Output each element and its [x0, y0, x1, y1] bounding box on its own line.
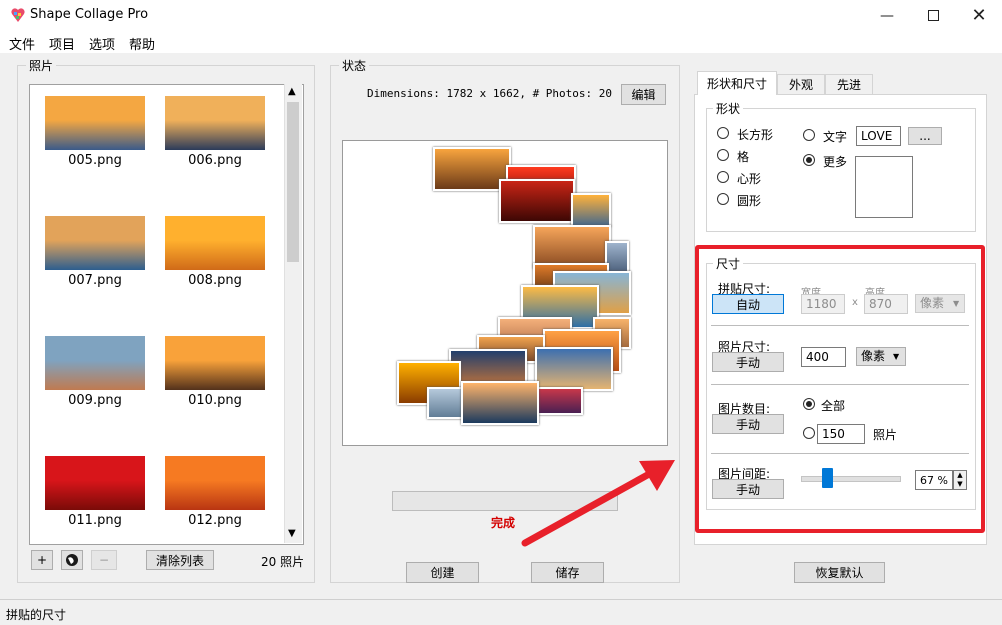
- photo-thumbnail[interactable]: [45, 456, 145, 510]
- status-group-label: 状态: [339, 57, 370, 74]
- tab-advanced[interactable]: 先进: [825, 74, 873, 94]
- close-icon: ✕: [971, 5, 987, 26]
- shape-text-input[interactable]: [856, 126, 901, 146]
- photo-thumbnail[interactable]: [165, 456, 265, 510]
- add-web-photo-button[interactable]: [61, 550, 83, 570]
- shape-grid-radio[interactable]: [717, 149, 729, 161]
- add-photo-button[interactable]: +: [31, 550, 53, 570]
- photo-thumbnail[interactable]: [165, 96, 265, 150]
- custom-shape-preview[interactable]: [855, 156, 913, 218]
- window-title: Shape Collage Pro: [30, 7, 149, 22]
- shape-heart-label: 心形: [737, 172, 762, 186]
- photo-thumbnail[interactable]: [165, 336, 265, 390]
- scroll-thumb[interactable]: [287, 102, 299, 262]
- shape-grid-label: 格: [737, 150, 750, 164]
- close-button[interactable]: ✕: [956, 0, 1002, 31]
- collage-photo: [499, 179, 575, 223]
- clear-list-button[interactable]: 清除列表: [146, 550, 214, 570]
- collage-photo: [571, 193, 611, 227]
- shape-text-radio[interactable]: [803, 129, 815, 141]
- menu-file[interactable]: 文件: [9, 34, 35, 53]
- shape-rectangle-radio[interactable]: [717, 127, 729, 139]
- maximize-button[interactable]: [910, 0, 956, 31]
- statusbar-divider: [0, 599, 1002, 600]
- reset-defaults-button[interactable]: 恢复默认: [794, 562, 885, 583]
- collage-preview: [342, 140, 668, 446]
- menu-help[interactable]: 帮助: [129, 34, 155, 53]
- maximize-icon: [927, 10, 939, 21]
- photo-list-scrollbar[interactable]: ▲ ▼: [284, 84, 302, 543]
- minimize-button[interactable]: —: [864, 0, 910, 31]
- photo-thumbnail[interactable]: [45, 336, 145, 390]
- shape-text-label: 文字: [823, 130, 848, 144]
- edit-button[interactable]: 编辑: [621, 84, 666, 105]
- photo-filename-label: 006.png: [188, 153, 242, 168]
- photo-filename-label: 010.png: [188, 393, 242, 408]
- photo-count-label: 20 照片: [261, 555, 305, 569]
- photos-group-label: 照片: [26, 57, 57, 74]
- photo-thumbnail[interactable]: [165, 216, 265, 270]
- save-button[interactable]: 储存: [531, 562, 604, 583]
- shape-rectangle-label: 长方形: [737, 128, 774, 142]
- photo-filename-label: 011.png: [68, 513, 122, 528]
- photo-filename-label: 005.png: [68, 153, 122, 168]
- collage-photo: [461, 381, 539, 425]
- photo-filename-label: 012.png: [188, 513, 242, 528]
- crescent-moon-icon: [868, 161, 894, 213]
- shape-group-label: 形状: [713, 100, 744, 117]
- remove-photo-button[interactable]: −: [91, 550, 117, 570]
- shape-more-label: 更多: [823, 155, 848, 169]
- done-status-text: 完成: [491, 516, 516, 530]
- statusbar-text: 拼贴的尺寸: [6, 608, 67, 622]
- shape-circle-label: 圆形: [737, 194, 762, 208]
- highlight-box: [695, 245, 985, 533]
- title-bar: Shape Collage Pro — ✕: [0, 0, 1002, 31]
- shape-circle-radio[interactable]: [717, 193, 729, 205]
- menu-project[interactable]: 项目: [49, 34, 75, 53]
- collage-photo: [535, 347, 613, 391]
- photo-thumbnail[interactable]: [45, 96, 145, 150]
- app-logo-icon: [11, 8, 25, 22]
- photo-filename-label: 008.png: [188, 273, 242, 288]
- shape-heart-radio[interactable]: [717, 171, 729, 183]
- photo-filename-label: 009.png: [68, 393, 122, 408]
- photo-thumbnail[interactable]: [45, 216, 145, 270]
- menu-options[interactable]: 选项: [89, 34, 115, 53]
- dimensions-text: Dimensions: 1782 x 1662, # Photos: 20: [367, 87, 613, 100]
- tab-appearance[interactable]: 外观: [777, 74, 825, 94]
- font-browse-button[interactable]: ...: [908, 127, 942, 145]
- shape-more-radio[interactable]: [803, 154, 815, 166]
- scroll-down-icon[interactable]: ▼: [288, 528, 296, 539]
- photo-filename-label: 007.png: [68, 273, 122, 288]
- collage-photo: [535, 387, 583, 415]
- annotation-arrow-icon: [521, 460, 675, 547]
- scroll-up-icon[interactable]: ▲: [288, 86, 296, 97]
- create-button[interactable]: 创建: [406, 562, 479, 583]
- minimize-icon: —: [880, 7, 894, 24]
- tab-shape-size[interactable]: 形状和尺寸: [697, 71, 777, 95]
- globe-icon: [66, 554, 78, 566]
- photo-list[interactable]: 005.png 006.png 007.png 008.png 009.png 010.p…: [29, 84, 304, 545]
- menu-bar: 文件 项目 选项 帮助: [0, 31, 1002, 53]
